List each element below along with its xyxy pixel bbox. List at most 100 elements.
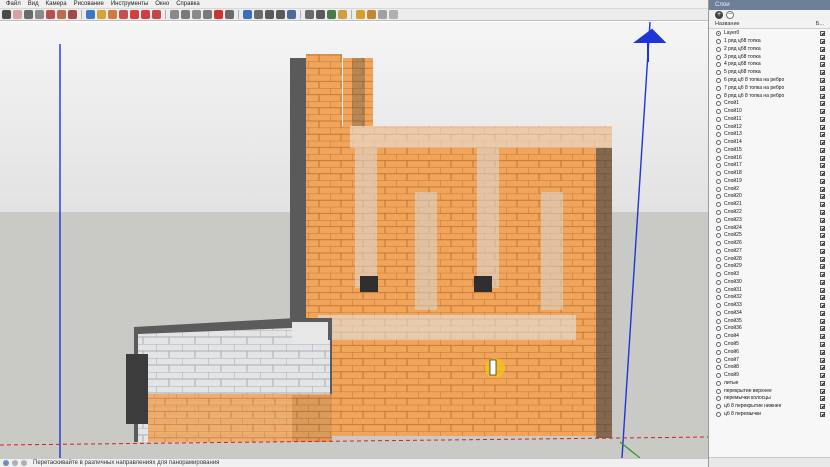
layer-visible-checkbox[interactable]	[820, 194, 825, 200]
layer-row[interactable]: Слой13	[709, 131, 830, 139]
layer-row[interactable]: Слой2	[709, 185, 830, 193]
layer-row[interactable]: Слой25	[709, 232, 830, 240]
layer-row[interactable]: Слой33	[709, 302, 830, 310]
layer-row[interactable]: 5 ряд цб8 топка	[709, 69, 830, 77]
layer-active-radio[interactable]	[716, 155, 721, 161]
layer-visible-checkbox[interactable]	[820, 310, 825, 316]
remove-layer-button[interactable]: −	[726, 11, 734, 19]
layer-row[interactable]: Слой19	[709, 178, 830, 186]
model-viewport[interactable]	[0, 22, 708, 458]
layer-visible-checkbox[interactable]	[820, 116, 825, 122]
layer-row[interactable]: Слой3	[709, 271, 830, 279]
pencil-icon[interactable]	[24, 10, 33, 19]
polygon-icon[interactable]	[68, 10, 77, 19]
look-around-icon[interactable]	[327, 10, 336, 19]
layer-row[interactable]: Слой28	[709, 255, 830, 263]
layer-row[interactable]: Слой27	[709, 247, 830, 255]
layer-active-radio[interactable]	[716, 349, 721, 355]
layer-visible-checkbox[interactable]	[820, 155, 825, 161]
layer-visible-checkbox[interactable]	[820, 62, 825, 68]
layer-visible-checkbox[interactable]	[820, 124, 825, 130]
layer-visible-checkbox[interactable]	[820, 248, 825, 254]
layer-active-radio[interactable]	[716, 116, 721, 122]
layer-row[interactable]: Слой24	[709, 224, 830, 232]
layer-visible-checkbox[interactable]	[820, 303, 825, 309]
layer-row[interactable]: Слой22	[709, 209, 830, 217]
zoom-window-icon[interactable]	[276, 10, 285, 19]
paint-bucket-icon[interactable]	[86, 10, 95, 19]
layer-active-radio[interactable]	[716, 31, 721, 37]
layer-active-radio[interactable]	[716, 279, 721, 285]
layer-active-radio[interactable]	[716, 295, 721, 301]
layer-row[interactable]: Слой14	[709, 139, 830, 147]
layer-active-radio[interactable]	[716, 132, 721, 138]
protractor-icon[interactable]	[192, 10, 201, 19]
layer-active-radio[interactable]	[716, 124, 721, 130]
layer-active-radio[interactable]	[716, 186, 721, 192]
layer-row[interactable]: цб 8 перемычки	[709, 411, 830, 419]
layer-active-radio[interactable]	[716, 342, 721, 347]
layer-row[interactable]: Layer0	[709, 30, 830, 38]
layer-active-radio[interactable]	[716, 233, 721, 239]
layer-visible-checkbox[interactable]	[820, 256, 825, 262]
menu-item[interactable]: Файл	[6, 1, 21, 7]
components-icon[interactable]	[378, 10, 387, 19]
layer-row[interactable]: Слой8	[709, 364, 830, 372]
layer-visible-checkbox[interactable]	[820, 109, 825, 115]
layer-visible-checkbox[interactable]	[820, 373, 825, 379]
layer-active-radio[interactable]	[716, 287, 721, 293]
layer-row[interactable]: Слой20	[709, 193, 830, 201]
layer-visible-checkbox[interactable]	[820, 186, 825, 192]
menu-item[interactable]: Камера	[46, 1, 67, 7]
layer-visible-checkbox[interactable]	[820, 388, 825, 394]
layer-visible-checkbox[interactable]	[820, 334, 825, 340]
model-scene[interactable]	[0, 22, 708, 458]
layer-row[interactable]: Слой30	[709, 279, 830, 287]
layer-visible-checkbox[interactable]	[820, 404, 825, 410]
add-layer-button[interactable]: +	[715, 11, 723, 19]
layer-row[interactable]: Слой35	[709, 317, 830, 325]
tape-measure-icon[interactable]	[170, 10, 179, 19]
rectangle-icon[interactable]	[46, 10, 55, 19]
layer-visible-checkbox[interactable]	[820, 209, 825, 215]
layer-row[interactable]: Слой34	[709, 310, 830, 318]
menu-item[interactable]: Окно	[155, 1, 169, 7]
layer-row[interactable]: Слой1	[709, 100, 830, 108]
layer-row[interactable]: Слой26	[709, 240, 830, 248]
layer-active-radio[interactable]	[716, 194, 721, 200]
layer-active-radio[interactable]	[716, 101, 721, 107]
layer-row[interactable]: 1 ряд цб8 топка	[709, 38, 830, 46]
layer-row[interactable]: 8 ряд цб 8 топка на ребро	[709, 92, 830, 100]
layer-active-radio[interactable]	[716, 217, 721, 223]
layer-row[interactable]: Слой4	[709, 333, 830, 341]
text-icon[interactable]	[203, 10, 212, 19]
layer-active-radio[interactable]	[716, 310, 721, 316]
layer-active-radio[interactable]	[716, 380, 721, 386]
layer-visible-checkbox[interactable]	[820, 233, 825, 239]
layer-active-radio[interactable]	[716, 140, 721, 146]
layer-visible-checkbox[interactable]	[820, 241, 825, 247]
layer-active-radio[interactable]	[716, 411, 721, 417]
layer-active-radio[interactable]	[716, 46, 721, 52]
share-model-icon[interactable]	[367, 10, 376, 19]
scale-icon[interactable]	[152, 10, 161, 19]
layer-active-radio[interactable]	[716, 54, 721, 60]
rotate-icon[interactable]	[141, 10, 150, 19]
layer-visible-checkbox[interactable]	[820, 140, 825, 146]
layer-active-radio[interactable]	[716, 256, 721, 262]
layer-visible-checkbox[interactable]	[820, 93, 825, 99]
layer-visible-checkbox[interactable]	[820, 147, 825, 153]
circle-icon[interactable]	[57, 10, 66, 19]
layer-active-radio[interactable]	[716, 248, 721, 254]
layer-row[interactable]: 2 ряд цб8 топка	[709, 46, 830, 54]
layer-active-radio[interactable]	[716, 334, 721, 340]
layer-row[interactable]: цб 8 перекрытие нижнее	[709, 403, 830, 411]
layer-row[interactable]: перекрытие верхнее	[709, 387, 830, 395]
layer-row[interactable]: Слой31	[709, 286, 830, 294]
layer-row[interactable]: Слой17	[709, 162, 830, 170]
layer-visible-checkbox[interactable]	[820, 349, 825, 355]
push-pull-icon[interactable]	[97, 10, 106, 19]
eraser-icon[interactable]	[13, 10, 22, 19]
layer-visible-checkbox[interactable]	[820, 225, 825, 231]
layer-visible-checkbox[interactable]	[820, 31, 825, 37]
